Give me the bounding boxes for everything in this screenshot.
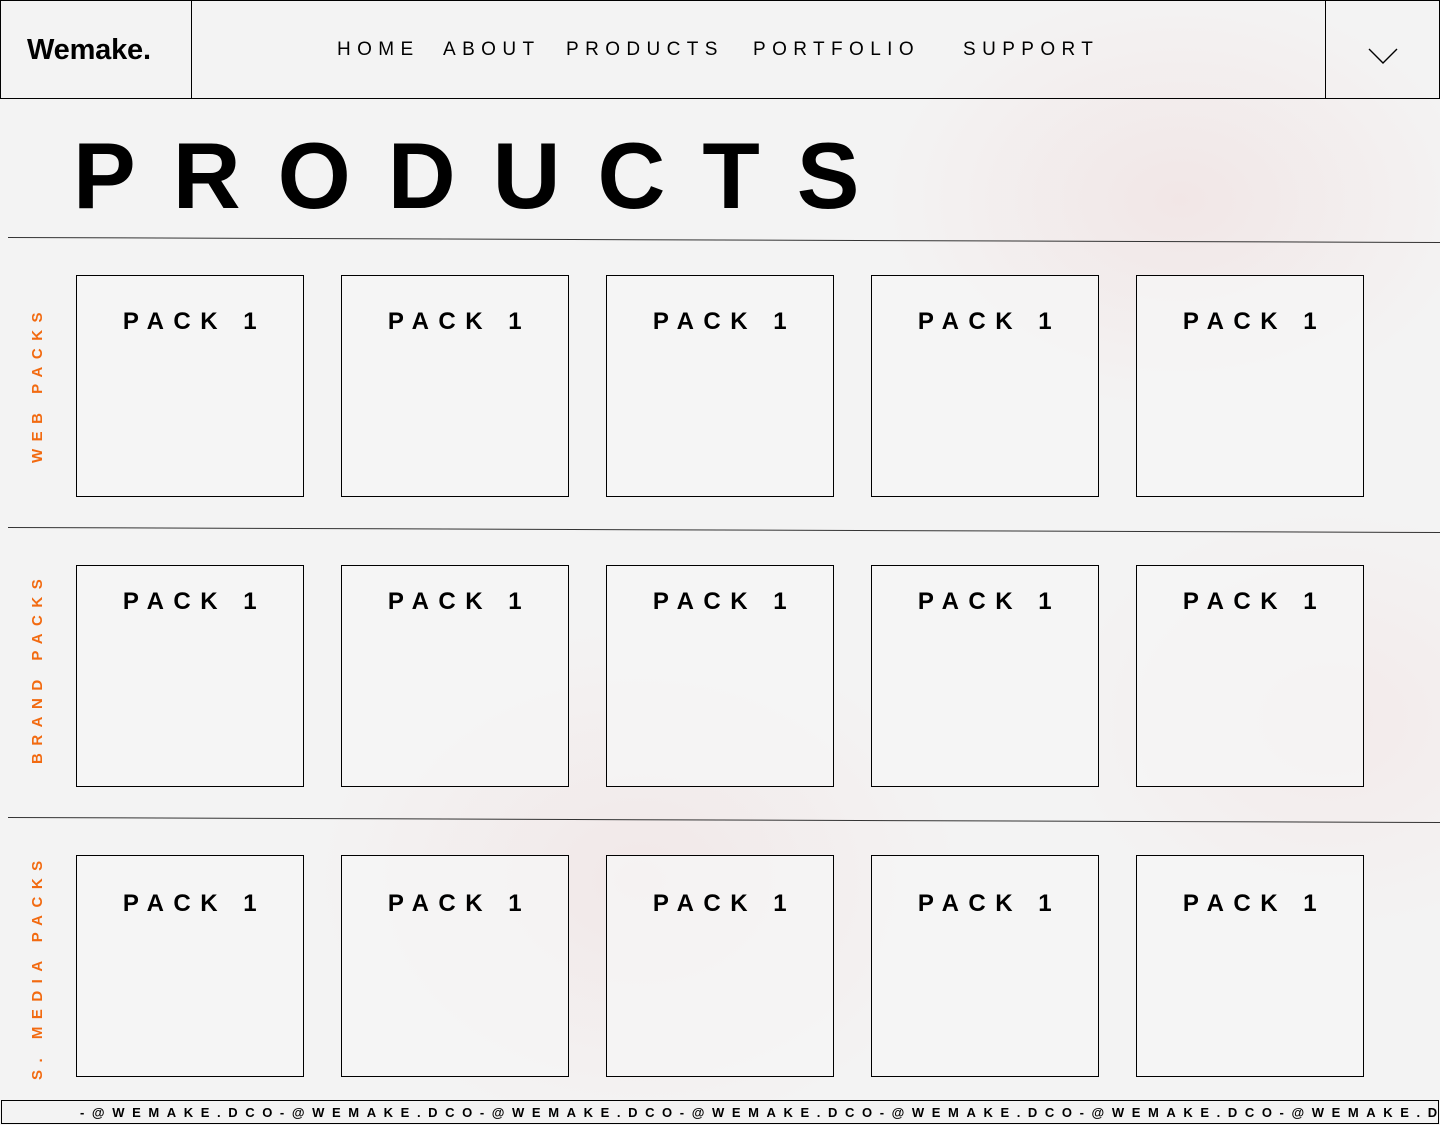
section-divider xyxy=(7,527,1440,533)
footer-ticker: -@WEMAKE.DCO-@WEMAKE.DCO-@WEMAKE.DCO-@WE… xyxy=(1,1100,1439,1124)
section-divider xyxy=(7,237,1440,243)
menu-toggle-button[interactable] xyxy=(1325,1,1439,98)
pack-card[interactable]: PACK 1 xyxy=(871,565,1099,787)
pack-card[interactable]: PACK 1 xyxy=(606,565,834,787)
pack-card-label: PACK 1 xyxy=(917,890,1062,917)
pack-card-label: PACK 1 xyxy=(387,890,532,917)
pack-card[interactable]: PACK 1 xyxy=(76,855,304,1077)
logo-container: Wemake. xyxy=(1,1,192,98)
pack-card[interactable]: PACK 1 xyxy=(871,275,1099,497)
section-label-web-packs: WEB PACKS xyxy=(29,304,46,464)
pack-card-label: PACK 1 xyxy=(917,588,1062,615)
pack-card-label: PACK 1 xyxy=(652,890,797,917)
pack-card-label: PACK 1 xyxy=(652,588,797,615)
nav-home[interactable]: HOME xyxy=(337,38,420,62)
logo[interactable]: Wemake. xyxy=(27,33,151,67)
ticker-text: -@WEMAKE.DCO-@WEMAKE.DCO-@WEMAKE.DCO-@WE… xyxy=(80,1105,1438,1120)
pack-card-label: PACK 1 xyxy=(652,308,797,335)
nav-about[interactable]: ABOUT xyxy=(443,38,540,62)
pack-card-label: PACK 1 xyxy=(917,308,1062,335)
pack-card-label: PACK 1 xyxy=(122,308,267,335)
nav-products[interactable]: PRODUCTS xyxy=(566,38,724,62)
page-title: PRODUCTS xyxy=(73,123,897,228)
nav-support[interactable]: SUPPORT xyxy=(963,38,1099,62)
pack-card-label: PACK 1 xyxy=(1182,308,1327,335)
section-divider xyxy=(7,817,1440,823)
pack-card-label: PACK 1 xyxy=(387,308,532,335)
pack-card[interactable]: PACK 1 xyxy=(871,855,1099,1077)
pack-card[interactable]: PACK 1 xyxy=(76,275,304,497)
pack-card[interactable]: PACK 1 xyxy=(341,565,569,787)
pack-card[interactable]: PACK 1 xyxy=(606,855,834,1077)
chevron-down-icon xyxy=(1368,48,1398,64)
pack-card[interactable]: PACK 1 xyxy=(1136,855,1364,1077)
section-label-social-media-packs: S. MEDIA PACKS xyxy=(29,853,46,1080)
pack-card-label: PACK 1 xyxy=(1182,890,1327,917)
section-label-brand-packs: BRAND PACKS xyxy=(29,571,46,764)
pack-card[interactable]: PACK 1 xyxy=(341,275,569,497)
pack-card-label: PACK 1 xyxy=(122,588,267,615)
pack-card[interactable]: PACK 1 xyxy=(76,565,304,787)
site-header: Wemake. HOME ABOUT PRODUCTS PORTFOLIO SU… xyxy=(0,0,1440,99)
pack-card[interactable]: PACK 1 xyxy=(1136,565,1364,787)
pack-card-label: PACK 1 xyxy=(122,890,267,917)
pack-card-label: PACK 1 xyxy=(1182,588,1327,615)
pack-card-label: PACK 1 xyxy=(387,588,532,615)
pack-card[interactable]: PACK 1 xyxy=(341,855,569,1077)
pack-card[interactable]: PACK 1 xyxy=(1136,275,1364,497)
pack-card[interactable]: PACK 1 xyxy=(606,275,834,497)
nav-portfolio[interactable]: PORTFOLIO xyxy=(753,38,920,62)
